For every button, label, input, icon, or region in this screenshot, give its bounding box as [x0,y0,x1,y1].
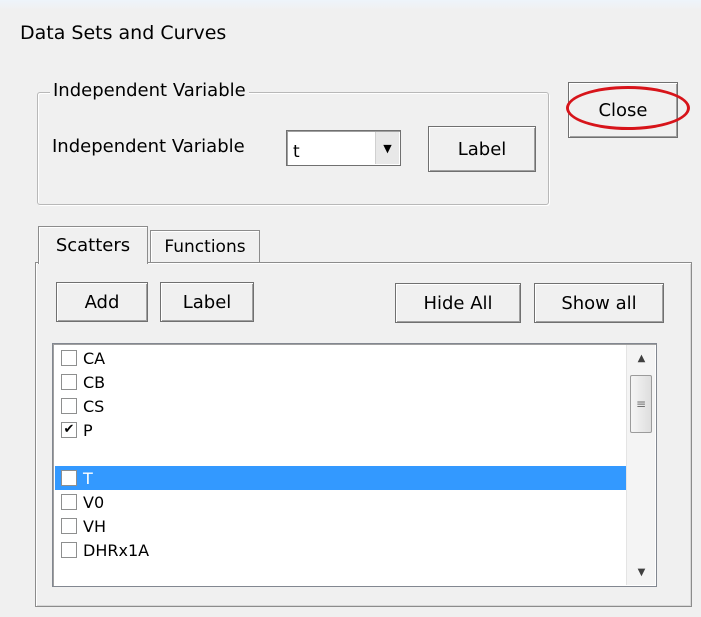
list-item[interactable]: CB [55,370,627,394]
checkbox[interactable] [61,494,77,510]
list-item[interactable]: VH [55,514,627,538]
list-item-label: CS [83,396,105,416]
checkbox[interactable] [61,350,77,366]
window-top-edge [0,0,701,10]
list-item[interactable]: ✔ P [55,418,627,442]
independent-variable-label: Independent Variable [52,136,245,157]
scroll-up-arrow-icon[interactable]: ▲ [627,347,656,369]
scroll-down-arrow-icon[interactable]: ▼ [627,561,656,583]
close-button[interactable]: Close [568,82,678,138]
list-item-label: T [81,468,95,488]
list-item-selected[interactable]: T [55,466,627,490]
list-item-label: V0 [83,492,105,512]
list-item-label: CB [83,372,106,392]
label-button[interactable]: Label [160,282,254,322]
dropdown-value: t [293,142,300,162]
list-item[interactable]: V0 [55,490,627,514]
independent-variable-dropdown[interactable]: t ▼ [286,130,401,166]
scrollbar-thumb[interactable]: ≡ [630,375,652,433]
list-item-label: DHRx1A [83,540,150,560]
add-button[interactable]: Add [56,282,148,322]
independent-variable-label-button[interactable]: Label [428,126,536,172]
group-legend: Independent Variable [50,80,249,101]
hide-all-button[interactable]: Hide All [395,283,521,323]
checkbox[interactable] [61,542,77,558]
checkbox[interactable] [61,398,77,414]
list-item[interactable]: CA [55,346,627,370]
list-item[interactable]: CS [55,394,627,418]
list-item-label: VH [83,516,106,536]
checkbox[interactable] [61,470,77,486]
window-title: Data Sets and Curves [20,22,227,44]
list-item-label: CA [83,348,106,368]
list-item[interactable]: DHRx1A [55,538,627,562]
vertical-scrollbar[interactable]: ▲ ≡ ▼ [626,345,655,585]
tab-scatters[interactable]: Scatters [38,226,148,264]
chevron-down-icon[interactable]: ▼ [375,132,399,164]
show-all-button[interactable]: Show all [534,283,664,323]
list-item-label: P [83,420,93,440]
checkbox[interactable] [61,374,77,390]
checkmark-icon: ✔ [63,422,75,437]
checkbox[interactable]: ✔ [61,422,77,438]
checkbox[interactable] [61,518,77,534]
scatters-list[interactable]: CA CB CS ✔ P T V0 VH DHRx1A ▲ ≡ ▼ [52,343,657,587]
tab-functions[interactable]: Functions [150,230,260,262]
